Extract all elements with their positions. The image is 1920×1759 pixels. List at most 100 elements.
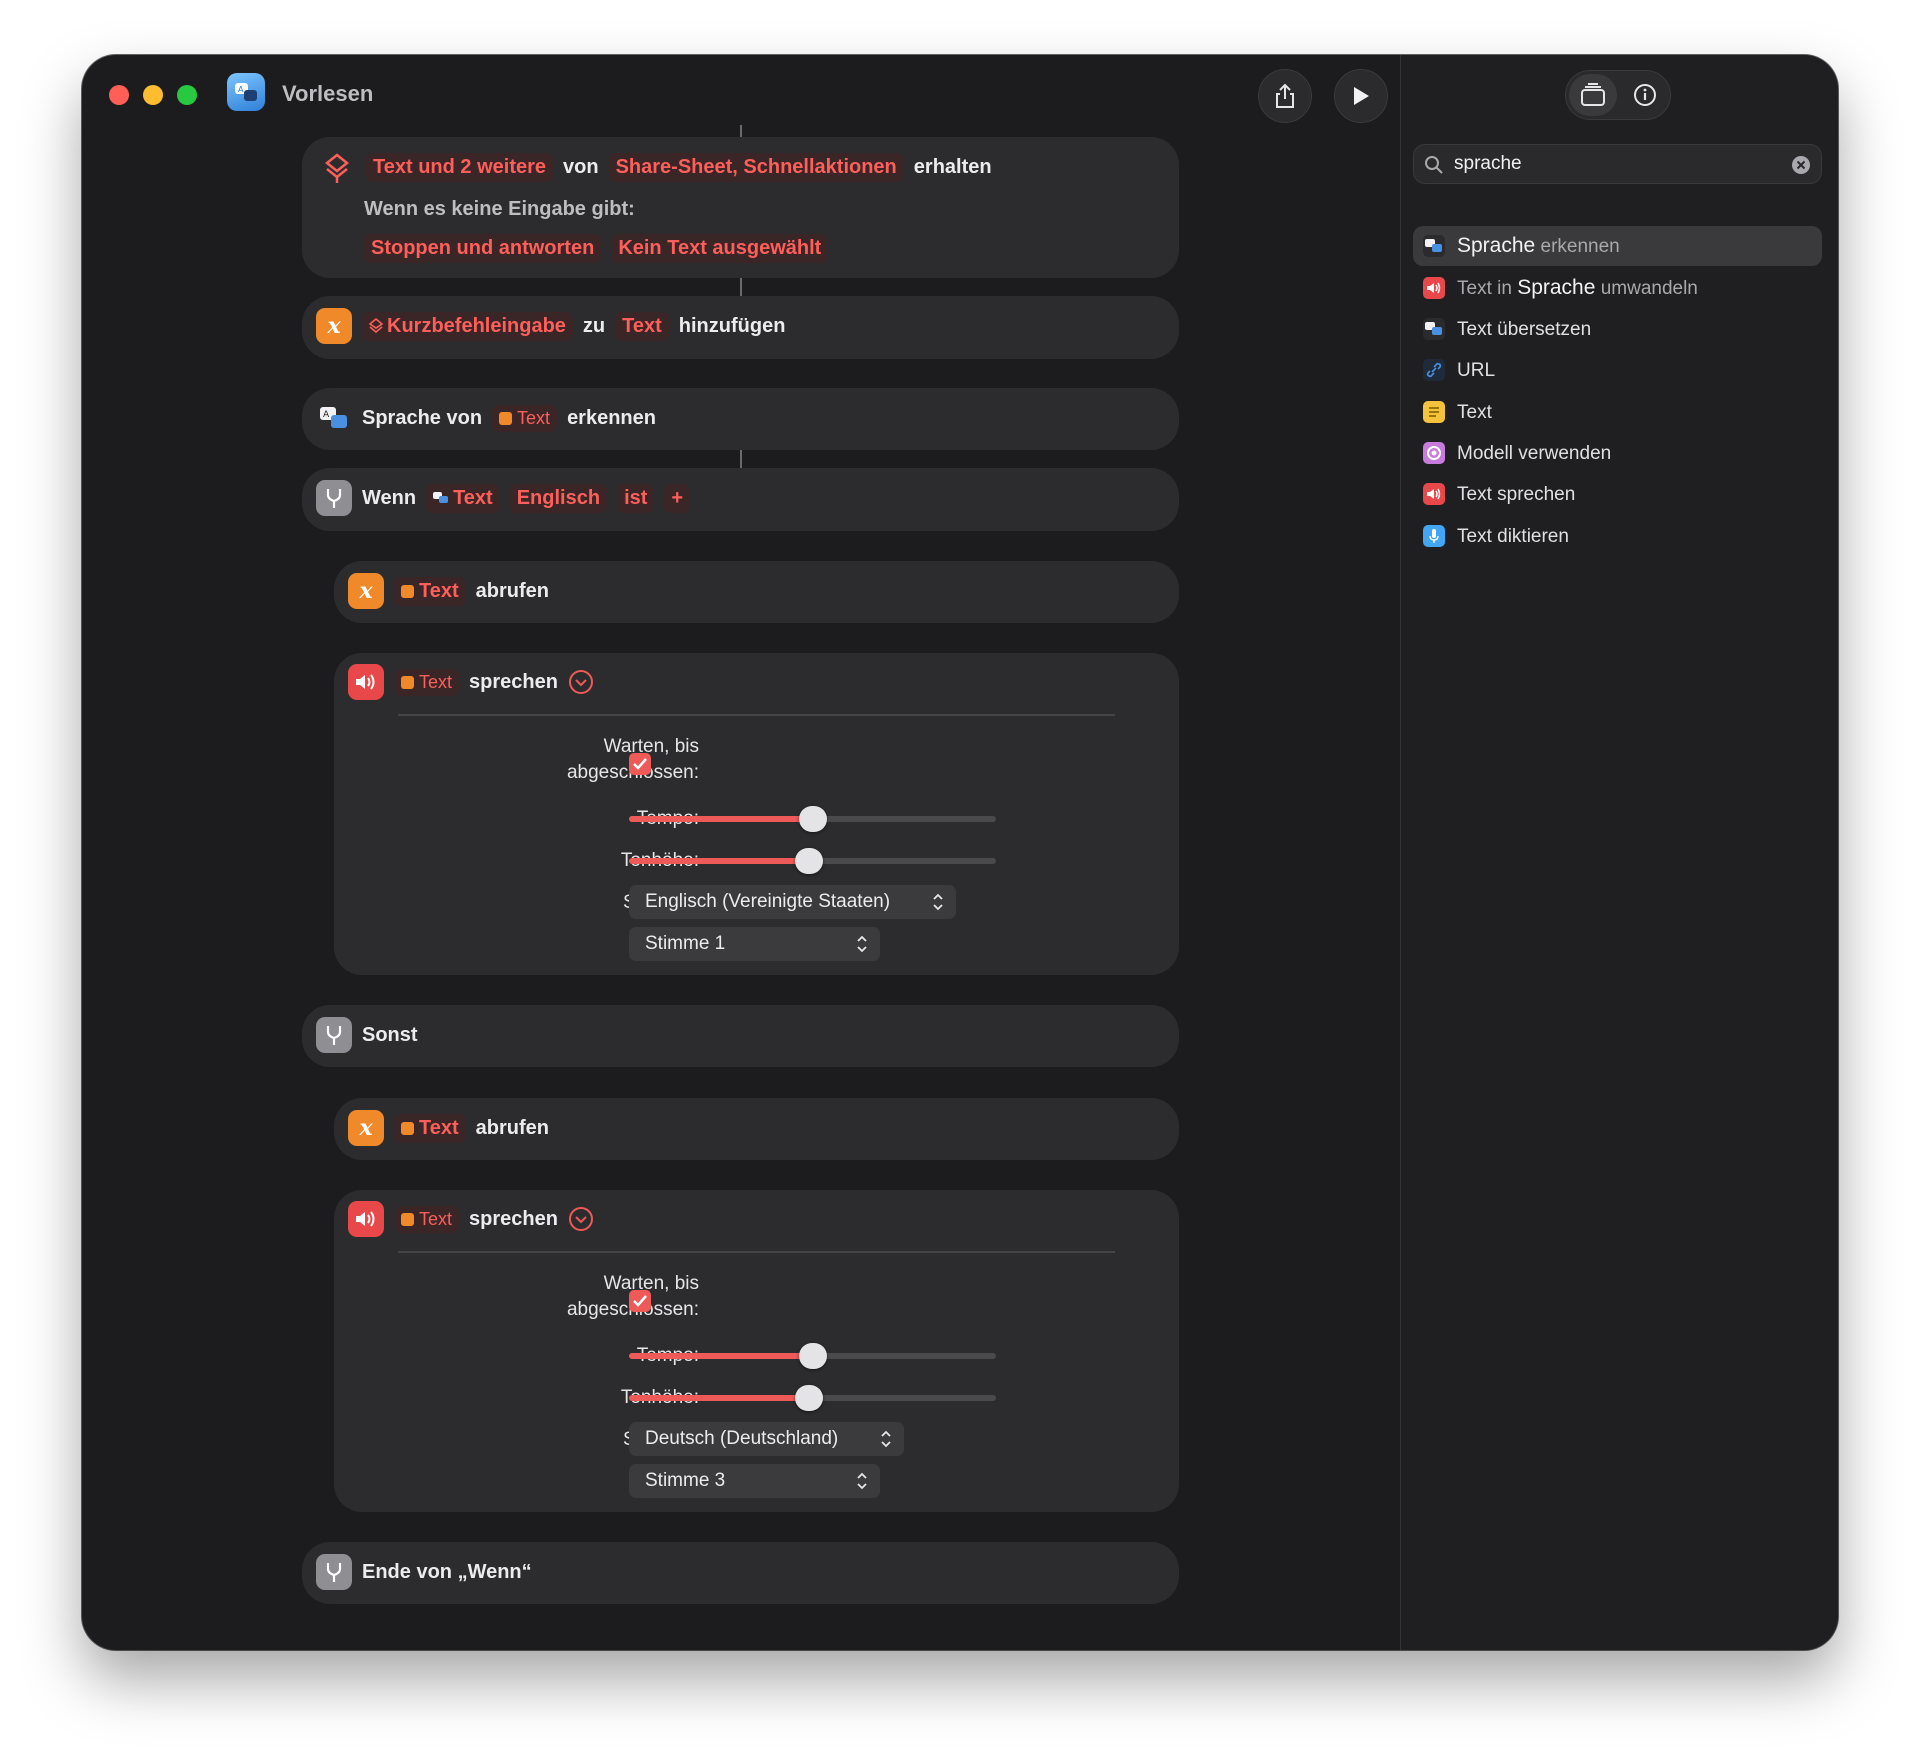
variable-icon: x	[348, 573, 384, 609]
search-result-label: Sprache erkennen	[1457, 234, 1620, 257]
search-field[interactable]: sprache	[1413, 144, 1822, 184]
tempo-slider-knob[interactable]	[799, 1343, 827, 1369]
search-input[interactable]: sprache	[1454, 153, 1522, 175]
von-label: von	[563, 156, 599, 178]
branch-icon	[316, 480, 352, 516]
text-icon	[1423, 401, 1445, 423]
text-variable-token-label: Text	[419, 579, 459, 602]
hinzufuegen-label: hinzufügen	[678, 314, 786, 337]
abrufen-label: abrufen	[475, 1116, 549, 1139]
pitch-slider-knob[interactable]	[795, 848, 823, 874]
app-icon: A	[227, 73, 265, 111]
language-select[interactable]: Deutsch (Deutschland)	[629, 1422, 904, 1456]
wait-label-line2: abgeschlossen:	[422, 1299, 699, 1321]
wait-label-line1: Warten, bis	[603, 736, 699, 757]
voice-select-value: Stimme 1	[645, 933, 726, 954]
pitch-slider[interactable]	[629, 1385, 996, 1411]
window-title: Vorlesen	[282, 81, 374, 106]
search-result-label: Text diktieren	[1457, 526, 1569, 547]
clear-search-icon[interactable]	[1791, 155, 1811, 175]
run-button[interactable]	[1334, 69, 1388, 123]
stop-respond-token[interactable]: Stoppen und antworten	[364, 234, 602, 263]
zoom-window-button[interactable]	[177, 85, 197, 105]
shortcut-input-icon	[320, 151, 354, 190]
shortcut-input-token-label: Kurzbefehleingabe	[387, 314, 566, 337]
search-result-label: URL	[1457, 360, 1496, 381]
tempo-slider[interactable]	[629, 1343, 996, 1369]
text-variable-token-label: Text	[517, 407, 551, 428]
search-result-item[interactable]: Text diktieren	[1413, 516, 1822, 556]
text-variable-token[interactable]: Text	[394, 576, 466, 606]
no-text-response-token[interactable]: Kein Text ausgewählt	[611, 234, 829, 263]
chevron-down-icon[interactable]	[568, 669, 594, 695]
wait-checkbox[interactable]	[629, 1290, 651, 1312]
no-input-label: Wenn es keine Eingabe gibt:	[364, 198, 635, 220]
voice-select[interactable]: Stimme 1	[629, 927, 880, 961]
condition-operator-token[interactable]: ist	[617, 483, 655, 513]
else-action[interactable]	[302, 1005, 1179, 1067]
abrufen-label: abrufen	[475, 579, 549, 602]
checkmark-icon	[633, 758, 647, 770]
end-if-label: Ende von „Wenn“	[362, 1560, 532, 1583]
text-variable-token-label: Text	[419, 1116, 459, 1139]
search-result-item[interactable]: Text in Sprache umwandeln	[1413, 268, 1822, 308]
chevron-updown-icon	[857, 1472, 867, 1490]
chevron-updown-icon	[857, 935, 867, 953]
chevron-down-icon[interactable]	[568, 1206, 594, 1232]
shortcut-input-token[interactable]: Kurzbefehleingabe	[362, 311, 573, 341]
text-variable-token-label: Text	[419, 671, 453, 692]
add-condition-button[interactable]: +	[664, 483, 691, 513]
wait-label-line2: abgeschlossen:	[422, 762, 699, 784]
pitch-slider[interactable]	[629, 848, 996, 874]
chevron-updown-icon	[881, 1430, 891, 1448]
speaker-icon	[348, 1201, 384, 1237]
ai-model-icon	[1423, 442, 1445, 464]
text-variable-token[interactable]: Text	[394, 1205, 460, 1233]
wait-label: Warten, bis abgeschlossen:	[422, 1273, 699, 1321]
input-source-token[interactable]: Share-Sheet, Schnellaktionen	[608, 153, 904, 182]
search-result-item[interactable]: Modell verwenden	[1413, 433, 1822, 473]
sprechen-label: sprechen	[469, 670, 558, 693]
shortcuts-window: A Vorlesen Text und 2 weitere von Share-…	[82, 55, 1838, 1650]
chevron-updown-icon	[933, 893, 943, 911]
search-result-label: Text übersetzen	[1457, 319, 1592, 340]
language-select-value: Deutsch (Deutschland)	[645, 1428, 839, 1449]
text-variable-token[interactable]: Text	[394, 1113, 466, 1143]
close-window-button[interactable]	[109, 85, 129, 105]
search-result-label: Text	[1457, 402, 1492, 423]
sprache-von-label: Sprache von	[362, 406, 483, 429]
wait-label-line1: Warten, bis	[603, 1273, 699, 1294]
search-result-item[interactable]: Text	[1413, 392, 1822, 432]
speaker-icon	[1423, 277, 1445, 299]
share-icon	[1276, 83, 1294, 108]
language-select[interactable]: Englisch (Vereinigte Staaten)	[629, 885, 956, 919]
library-tab[interactable]	[1569, 74, 1617, 116]
search-result-label: Text in Sprache umwandeln	[1457, 276, 1698, 299]
input-types-token[interactable]: Text und 2 weitere	[366, 153, 554, 182]
detected-language-token-label: Text	[453, 486, 493, 509]
wait-checkbox[interactable]	[629, 753, 651, 775]
search-result-item[interactable]: Text übersetzen	[1413, 309, 1822, 349]
sonst-label: Sonst	[362, 1023, 418, 1046]
search-result-item[interactable]: Sprache erkennen	[1413, 226, 1822, 266]
text-variable-token[interactable]: Text	[394, 668, 460, 696]
text-variable-token[interactable]: Text	[492, 404, 558, 432]
branch-icon	[316, 1554, 352, 1590]
variable-icon: x	[348, 1110, 384, 1146]
share-button[interactable]	[1258, 69, 1312, 123]
translate-icon	[1423, 318, 1445, 340]
tempo-slider-knob[interactable]	[799, 806, 827, 832]
search-result-item[interactable]: Text sprechen	[1413, 474, 1822, 514]
pitch-slider-knob[interactable]	[795, 1385, 823, 1411]
info-tab[interactable]	[1621, 74, 1669, 116]
language-value-token[interactable]: Englisch	[509, 483, 608, 513]
detected-language-token[interactable]: Text	[426, 483, 500, 513]
variable-text-token[interactable]: Text	[615, 311, 669, 341]
search-result-item[interactable]: URL	[1413, 350, 1822, 390]
wenn-label: Wenn	[362, 486, 417, 509]
search-icon	[1425, 156, 1443, 174]
voice-select[interactable]: Stimme 3	[629, 1464, 880, 1498]
checkmark-icon	[633, 1295, 647, 1307]
tempo-slider[interactable]	[629, 806, 996, 832]
minimize-window-button[interactable]	[143, 85, 163, 105]
